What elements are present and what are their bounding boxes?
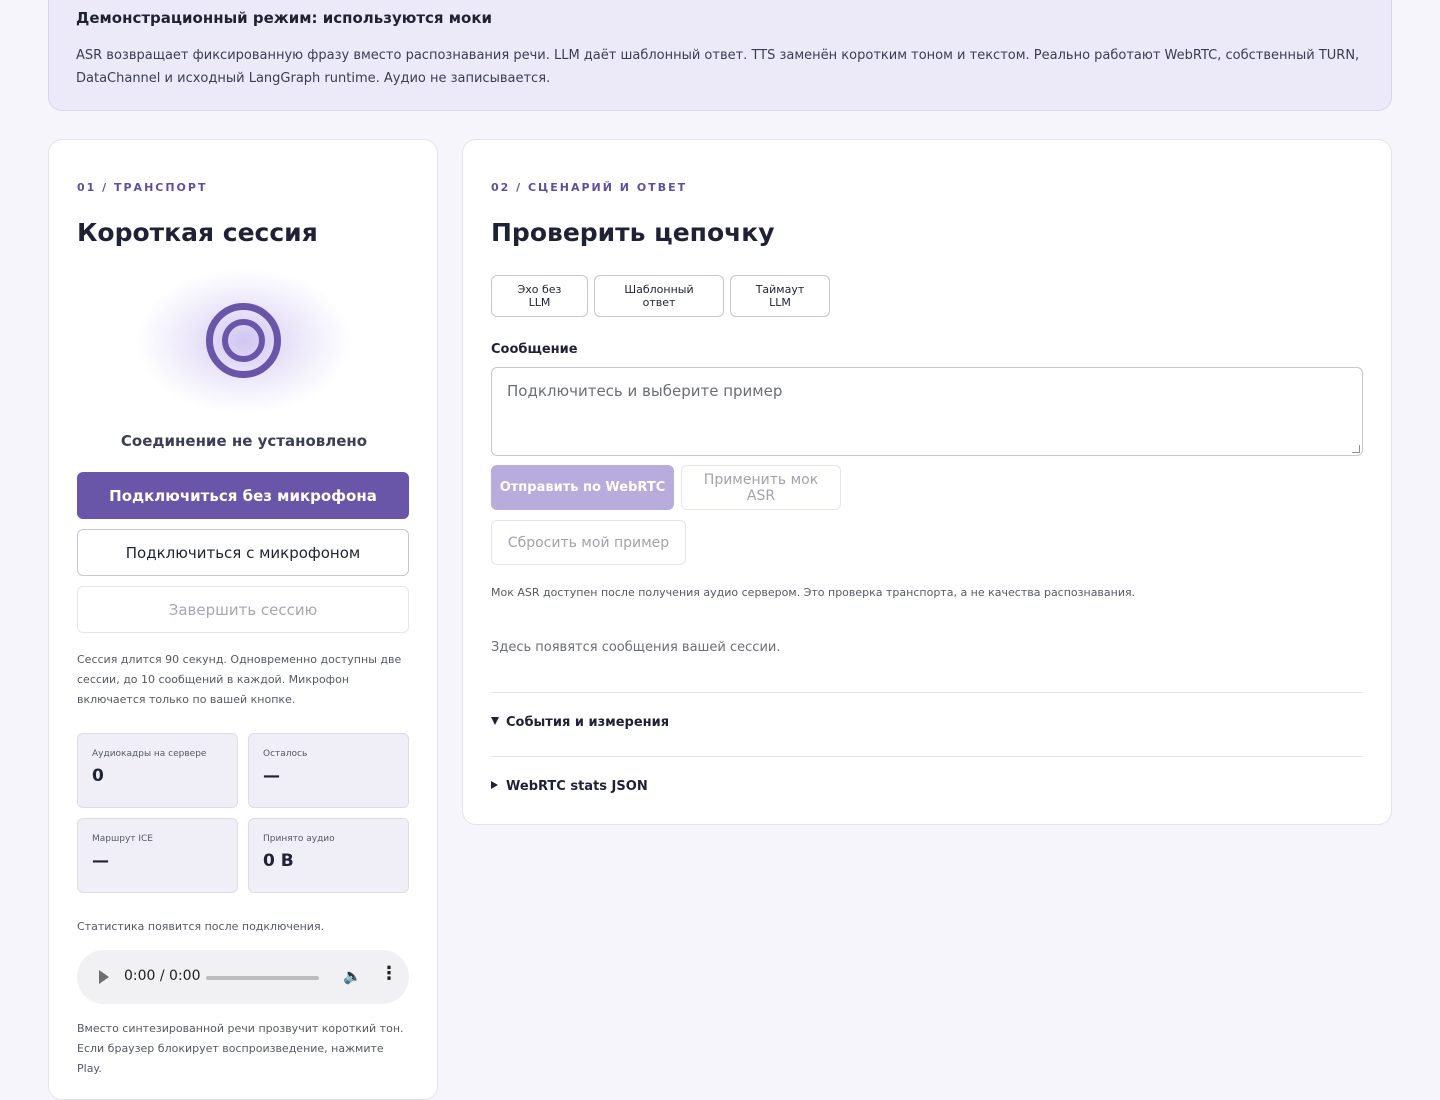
send-webrtc-button[interactable]: Отправить по WebRTC (491, 465, 674, 510)
audio-player: 0:00 / 0:00 🔈 ⋮ (77, 950, 409, 1004)
stat-ice-route: Маршрут ICE — (77, 818, 238, 893)
stats-note: Статистика появится после подключения. (77, 920, 325, 933)
stat-audio-received: Принято аудио 0 B (248, 818, 409, 893)
asr-hint: Мок ASR доступен после получения аудио с… (491, 586, 1136, 599)
stat-label: Принято аудио (263, 834, 335, 844)
session-note: Сессия длится 90 секунд. Одновременно до… (77, 653, 402, 706)
stat-value: 0 (92, 766, 104, 786)
stat-value: — (92, 851, 109, 871)
connection-ring-icon (206, 303, 281, 378)
stat-label: Аудиокадры на сервере (92, 749, 207, 759)
stats-summary-label: WebRTC stats JSON (506, 779, 648, 794)
transport-card: 01 / ТРАНСПОРТ Короткая сессия Соединени… (48, 139, 438, 1100)
messages-empty-state: Здесь появятся сообщения вашей сессии. (491, 640, 781, 655)
scenario-eyebrow: 02 / СЦЕНАРИЙ И ОТВЕТ (491, 181, 688, 194)
connection-status: Соединение не установлено (120, 432, 368, 450)
transport-eyebrow: 01 / ТРАНСПОРТ (77, 181, 208, 194)
stat-label: Осталось (263, 749, 308, 759)
banner-text: ASR возвращает фиксированную фразу вмест… (76, 48, 1360, 86)
end-session-button[interactable]: Завершить сессию (77, 586, 409, 633)
scenario-title: Проверить цепочку (491, 218, 775, 247)
transport-title: Короткая сессия (77, 218, 318, 247)
connection-orb (135, 268, 353, 414)
volume-icon[interactable]: 🔈 (343, 967, 362, 985)
demo-mode-banner: Демонстрационный режим: используются мок… (48, 0, 1392, 111)
banner-title: Демонстрационный режим: используются мок… (76, 9, 493, 27)
play-icon[interactable] (99, 970, 109, 984)
caret-right-icon (491, 781, 498, 789)
connect-without-mic-button[interactable]: Подключиться без микрофона (77, 472, 409, 519)
stat-audio-frames: Аудиокадры на сервере 0 (77, 733, 238, 808)
chip-echo-no-llm[interactable]: Эхо без LLM (491, 275, 588, 317)
stat-remaining: Осталось — (248, 733, 409, 808)
caret-down-icon (491, 717, 499, 725)
stats-json-toggle[interactable]: WebRTC stats JSON (491, 779, 648, 794)
message-input[interactable] (491, 367, 1363, 456)
chip-template-answer[interactable]: Шаблонный ответ (594, 275, 724, 317)
more-options-icon[interactable]: ⋮ (380, 965, 398, 983)
divider (491, 692, 1363, 693)
audio-seek-bar[interactable] (206, 976, 319, 980)
audio-note: Вместо синтезированной речи прозвучит ко… (77, 1022, 404, 1075)
stat-value: — (263, 766, 280, 786)
scenario-card: 02 / СЦЕНАРИЙ И ОТВЕТ Проверить цепочку … (462, 139, 1392, 825)
events-toggle[interactable]: События и измерения (491, 715, 669, 730)
audio-time: 0:00 / 0:00 (124, 968, 201, 984)
divider (491, 756, 1363, 757)
resize-grip-icon[interactable] (1352, 445, 1360, 453)
stat-label: Маршрут ICE (92, 834, 153, 844)
apply-mock-asr-button[interactable]: Применить мок ASR (681, 465, 841, 510)
events-summary-label: События и измерения (506, 715, 670, 730)
stat-value: 0 B (263, 851, 294, 871)
connect-with-mic-button[interactable]: Подключиться с микрофоном (77, 529, 409, 576)
reset-example-button[interactable]: Сбросить мой пример (491, 520, 686, 565)
chip-llm-timeout[interactable]: Таймаут LLM (730, 275, 830, 317)
message-label: Сообщение (491, 342, 578, 357)
